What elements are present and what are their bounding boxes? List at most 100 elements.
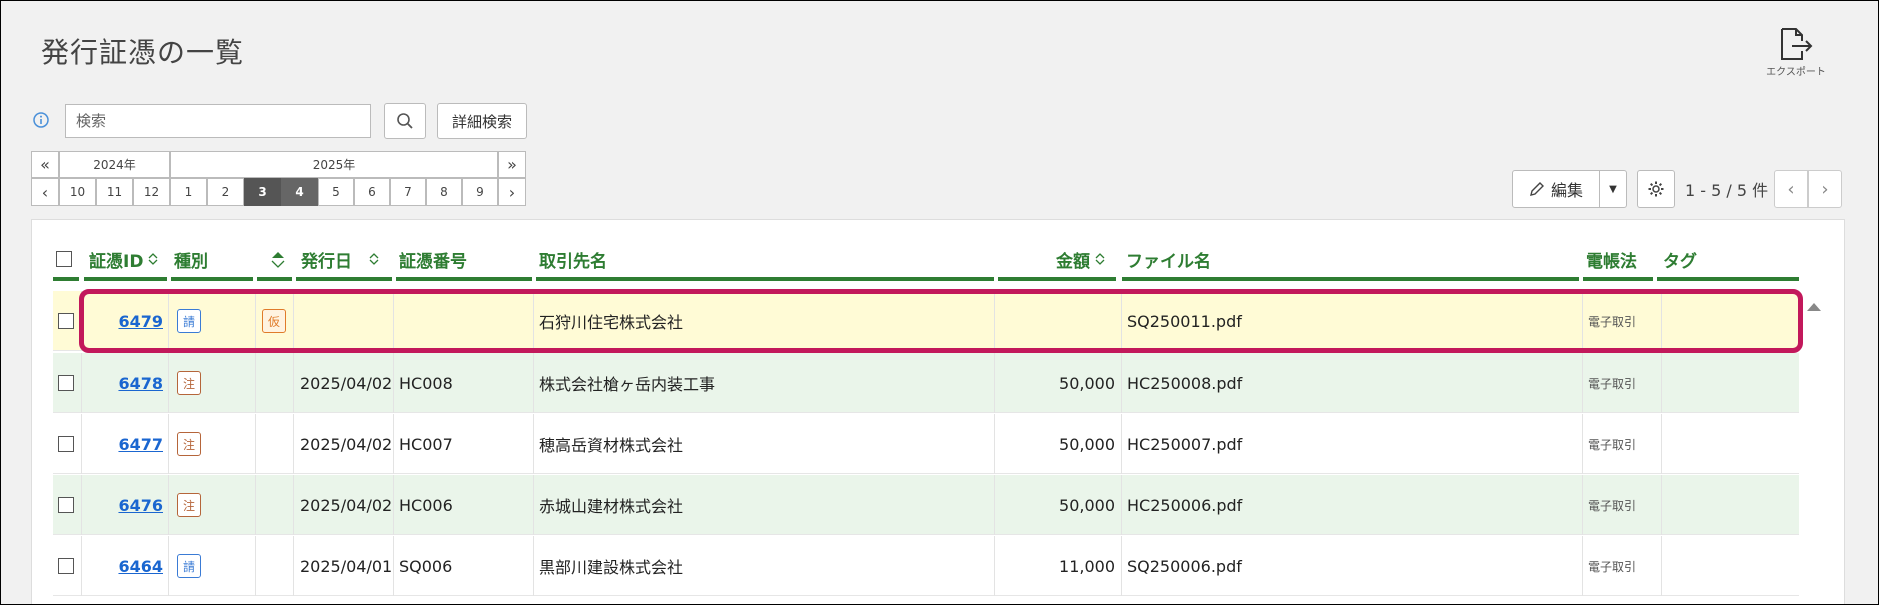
sort-icon — [1095, 253, 1105, 265]
table-row[interactable]: 6476 注 2025/04/02 HC006 赤城山建材株式会社 50,000… — [53, 475, 1799, 535]
month-cell[interactable]: 10 — [59, 178, 96, 206]
header-tag[interactable]: タグ — [1663, 237, 1697, 281]
header-underline — [53, 277, 79, 281]
status-sort-button[interactable] — [271, 237, 285, 281]
doc-id-link[interactable]: 6476 — [83, 475, 163, 535]
scroll-up-arrow-icon[interactable] — [1807, 303, 1821, 311]
issue-date: 2025/04/02 — [300, 495, 393, 515]
header-underline — [84, 277, 167, 281]
month-cell[interactable]: 11 — [96, 178, 133, 206]
client-name: 株式会社槍ヶ岳内装工事 — [539, 375, 716, 394]
month-cell[interactable]: 2 — [207, 178, 244, 206]
pencil-icon — [1530, 182, 1544, 196]
file-name: HC250008.pdf — [1127, 373, 1243, 393]
export-icon — [1781, 28, 1813, 60]
header-ledger[interactable]: 電帳法 — [1586, 237, 1637, 281]
year-next-button[interactable]: » — [498, 151, 526, 178]
search-button[interactable] — [384, 103, 426, 139]
header-type[interactable]: 種別 — [174, 237, 208, 281]
edit-dropdown-button[interactable]: ▼ — [1599, 170, 1627, 208]
year-prev-button[interactable]: « — [31, 151, 59, 178]
ledger-type: 電子取引 — [1588, 314, 1637, 329]
advanced-search-button[interactable]: 詳細検索 — [437, 103, 527, 139]
month-cell[interactable]: 8 — [426, 178, 462, 206]
header-underline — [1657, 277, 1799, 281]
type-badge: 注 — [177, 353, 201, 413]
header-underline — [296, 277, 392, 281]
doc-id-link[interactable]: 6464 — [83, 536, 163, 596]
client-name: 黒部川建設株式会社 — [539, 558, 684, 577]
doc-number: HC007 — [399, 434, 453, 454]
doc-number: HC006 — [399, 495, 453, 515]
row-checkbox[interactable] — [58, 536, 74, 596]
year-label-current[interactable]: 2025年 — [170, 151, 498, 178]
year-label-prev[interactable]: 2024年 — [59, 151, 170, 178]
month-cell[interactable]: 5 — [318, 178, 354, 206]
month-next-button[interactable]: › — [498, 178, 526, 206]
doc-id-link[interactable]: 6477 — [83, 414, 163, 474]
type-badge: 請 — [177, 536, 201, 596]
sort-asc-icon — [271, 252, 285, 268]
edit-button[interactable]: 編集 — [1512, 170, 1600, 208]
chevron-left-icon: ‹ — [1787, 178, 1795, 200]
settings-button[interactable] — [1637, 170, 1675, 208]
result-count: 1 - 5 / 5 件 — [1685, 181, 1769, 200]
page-prev-button[interactable]: ‹ — [1774, 170, 1808, 208]
month-cell[interactable]: 12 — [133, 178, 170, 206]
status-badge: 仮 — [262, 291, 286, 351]
doc-number: SQ006 — [399, 556, 453, 576]
caret-down-icon: ▼ — [1609, 183, 1617, 195]
table-header: 証憑ID 種別 発行日 証憑番号 取引先名 金額 ファイル名 電帳法 タグ — [1, 237, 1878, 281]
row-checkbox[interactable] — [58, 353, 74, 413]
doc-id-link[interactable]: 6479 — [83, 291, 163, 351]
header-amount[interactable]: 金額 — [1056, 237, 1106, 281]
export-button[interactable]: エクスポート — [1753, 27, 1839, 78]
issue-date: 2025/04/02 — [300, 373, 393, 393]
header-underline — [396, 277, 532, 281]
file-name: SQ250011.pdf — [1127, 311, 1242, 331]
doc-number: HC008 — [399, 373, 453, 393]
header-id[interactable]: 証憑ID — [89, 237, 159, 281]
header-doc-no[interactable]: 証憑番号 — [399, 237, 467, 281]
month-cell[interactable]: 7 — [390, 178, 426, 206]
issue-date: 2025/04/02 — [300, 434, 393, 454]
amount: 11,000 — [1059, 556, 1115, 576]
type-badge: 請 — [177, 291, 201, 351]
month-cell-selected[interactable]: 4 — [281, 178, 318, 206]
client-name: 穂高岳資材株式会社 — [539, 436, 684, 455]
table-row[interactable]: 6479 請 仮 石狩川住宅株式会社 SQ250011.pdf 電子取引 — [53, 291, 1799, 351]
amount — [998, 291, 1115, 351]
month-cell[interactable]: 6 — [354, 178, 390, 206]
month-prev-button[interactable]: ‹ — [31, 178, 59, 206]
header-client[interactable]: 取引先名 — [539, 237, 607, 281]
header-issue-date[interactable]: 発行日 — [301, 237, 380, 281]
header-issue-date-label: 発行日 — [301, 251, 352, 272]
info-icon[interactable] — [33, 112, 49, 128]
month-cell[interactable]: 9 — [462, 178, 498, 206]
export-label: エクスポート — [1766, 67, 1826, 78]
type-badge: 注 — [177, 475, 201, 535]
doc-id-link[interactable]: 6478 — [83, 353, 163, 413]
row-checkbox[interactable] — [58, 475, 74, 535]
header-file[interactable]: ファイル名 — [1126, 237, 1211, 281]
select-all-checkbox[interactable] — [56, 237, 72, 281]
app-window: 発行証憑の一覧 エクスポート 詳細検索 « 2024年 2025年 » ‹ 10… — [0, 0, 1879, 605]
header-id-label: 証憑ID — [89, 251, 144, 272]
chevron-right-icon: › — [1821, 178, 1829, 200]
header-underline — [1583, 277, 1653, 281]
month-cell[interactable]: 1 — [170, 178, 207, 206]
gear-icon — [1648, 181, 1664, 197]
ledger-type: 電子取引 — [1588, 437, 1637, 452]
table-row[interactable]: 6464 請 2025/04/01 SQ006 黒部川建設株式会社 11,000… — [53, 536, 1799, 596]
month-cell-selected[interactable]: 3 — [244, 178, 281, 206]
header-underline — [257, 277, 292, 281]
issue-date: 2025/04/01 — [300, 556, 393, 576]
page-next-button[interactable]: › — [1808, 170, 1842, 208]
table-row[interactable]: 6477 注 2025/04/02 HC007 穂高岳資材株式会社 50,000… — [53, 414, 1799, 474]
search-input[interactable] — [65, 104, 371, 138]
table-row[interactable]: 6478 注 2025/04/02 HC008 株式会社槍ヶ岳内装工事 50,0… — [53, 353, 1799, 413]
row-checkbox[interactable] — [58, 291, 74, 351]
header-underline — [536, 277, 994, 281]
header-underline — [171, 277, 253, 281]
row-checkbox[interactable] — [58, 414, 74, 474]
